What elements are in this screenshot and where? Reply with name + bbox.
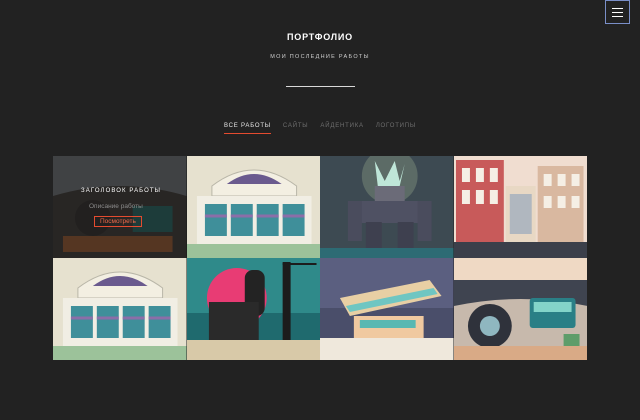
menu-button[interactable] [605, 0, 630, 24]
portfolio-item-building[interactable] [320, 258, 454, 360]
filter-identity[interactable]: АЙДЕНТИКА [320, 123, 363, 134]
portfolio-item-robot[interactable] [320, 156, 454, 258]
portfolio-item-overlay: ЗАГОЛОВОК РАБОТЫ Описание работы Посмотр… [53, 156, 187, 258]
title-divider [286, 86, 355, 87]
overlay-description: Описание работы [89, 202, 143, 210]
hamburger-icon-line [612, 15, 623, 17]
car-dashboard-illustration [453, 258, 587, 360]
stadium-illustration [53, 258, 187, 360]
page-subtitle: МОИ ПОСЛЕДНИЕ РАБОТЫ [270, 54, 370, 60]
portfolio-item-stadium[interactable] [186, 156, 320, 258]
portfolio-grid: ЗАГОЛОВОК РАБОТЫ Описание работы Посмотр… [53, 156, 587, 360]
view-button[interactable]: Посмотреть [94, 215, 142, 227]
filter-all[interactable]: ВСЕ РАБОТЫ [224, 123, 271, 134]
page-title: ПОРТФОЛИО [287, 32, 353, 42]
portfolio-item-car-dashboard-2[interactable] [453, 258, 587, 360]
overlay-title: ЗАГОЛОВОК РАБОТЫ [81, 187, 162, 194]
portfolio-item-crane[interactable] [186, 258, 320, 360]
filter-logos[interactable]: ЛОГОТИПЫ [376, 123, 416, 134]
hamburger-icon-line [612, 11, 623, 13]
industrial-crane-illustration [186, 258, 320, 360]
modern-building-illustration [320, 258, 454, 360]
filter-sites[interactable]: САЙТЫ [283, 123, 309, 134]
robot-illustration [320, 156, 454, 258]
portfolio-item-stadium-2[interactable] [53, 258, 187, 360]
city-buildings-illustration [453, 156, 587, 258]
stadium-illustration [186, 156, 320, 258]
hamburger-icon-line [612, 7, 623, 9]
portfolio-item-car-dashboard[interactable]: ЗАГОЛОВОК РАБОТЫ Описание работы Посмотр… [53, 156, 187, 258]
portfolio-item-city[interactable] [453, 156, 587, 258]
portfolio-filters: ВСЕ РАБОТЫ САЙТЫ АЙДЕНТИКА ЛОГОТИПЫ [0, 123, 640, 134]
